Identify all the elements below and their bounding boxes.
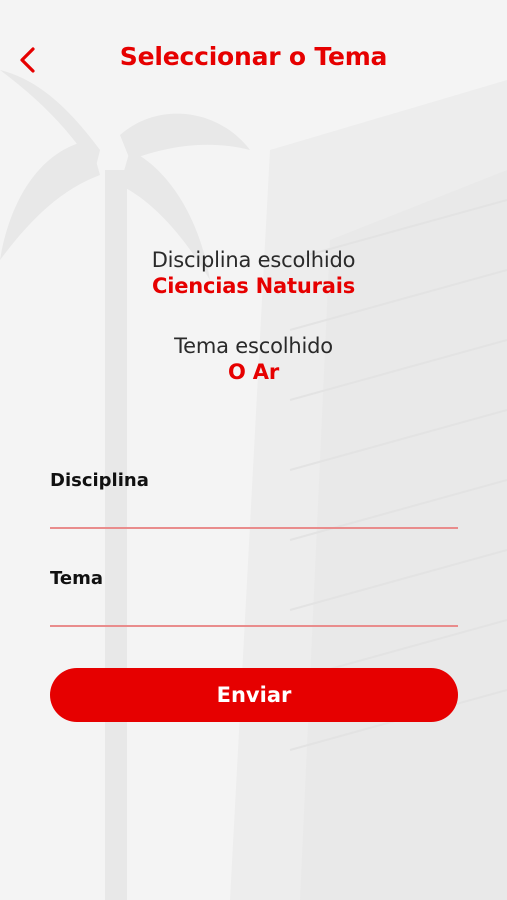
discipline-field-label: Disciplina (50, 470, 149, 491)
discipline-summary: Disciplina escolhido Ciencias Naturais (0, 248, 507, 298)
topic-summary-label: Tema escolhido (174, 334, 333, 358)
topic-summary-value: O Ar (228, 360, 279, 384)
discipline-summary-label: Disciplina escolhido (151, 248, 356, 272)
discipline-field: Disciplina (50, 470, 458, 529)
header-bar: Seleccionar o Tema (0, 0, 507, 120)
page-title: Seleccionar o Tema (119, 42, 388, 71)
background-image (0, 0, 507, 900)
discipline-input[interactable] (50, 505, 458, 529)
topic-input[interactable] (50, 603, 458, 627)
discipline-summary-value: Ciencias Naturais (152, 274, 355, 298)
topic-field: Tema (50, 568, 458, 627)
topic-summary: Tema escolhido O Ar (0, 334, 507, 384)
submit-button[interactable]: Enviar (50, 668, 458, 722)
topic-field-label: Tema (50, 568, 103, 589)
